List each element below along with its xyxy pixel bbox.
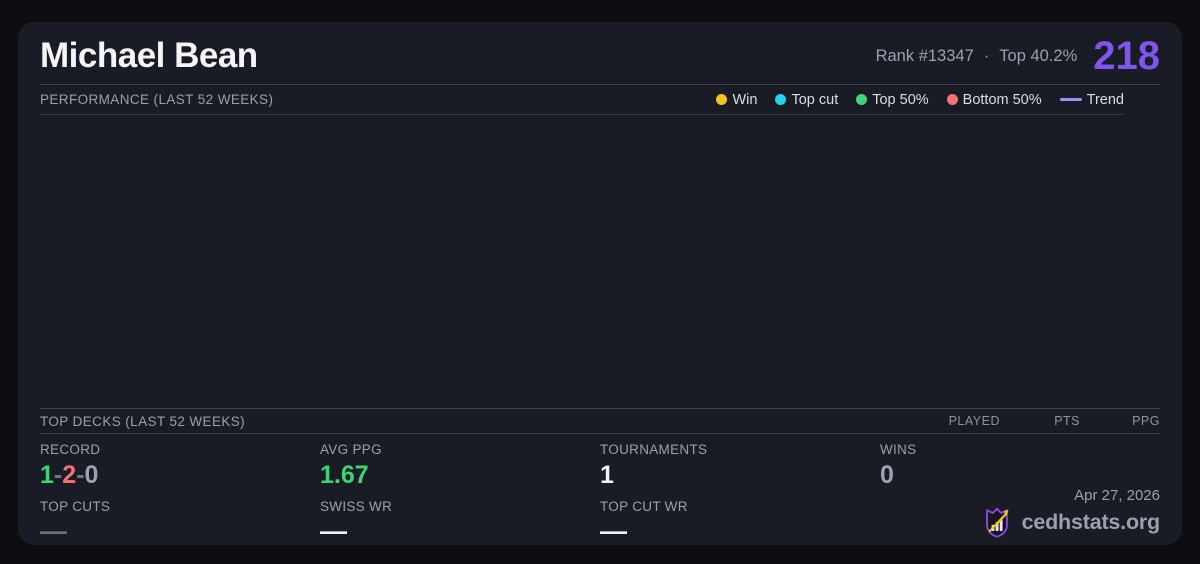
record-losses: 2: [62, 461, 77, 489]
swiss-wr-placeholder: —: [320, 516, 347, 546]
rank-separator: ·: [983, 46, 990, 65]
column-pts: PTS: [1054, 414, 1080, 428]
performance-title: PERFORMANCE (LAST 52 WEEKS): [40, 92, 274, 107]
top-cuts-placeholder: —: [40, 516, 67, 546]
footer: Apr 27, 2026 cedhstats.org: [980, 487, 1160, 539]
chart-legend: Win Top cut Top 50% Bottom 50% Trend: [716, 92, 1124, 108]
top-cut-wr-placeholder: —: [600, 516, 627, 546]
record-wins: 1: [40, 461, 54, 489]
column-ppg: PPG: [1132, 414, 1160, 428]
stats-grid: RECORD 1-2-0 TOP CUTS — AVG PPG 1.67 SWI…: [40, 434, 1160, 545]
tournaments-label: TOURNAMENTS: [600, 442, 708, 457]
record-value: 1-2-0: [40, 463, 320, 488]
performance-chart-plot-area: [40, 115, 1124, 408]
record-label: RECORD: [40, 442, 101, 457]
tournaments-value: 1: [600, 461, 614, 489]
performance-section: PERFORMANCE (LAST 52 WEEKS) Win Top cut …: [40, 85, 1124, 408]
legend-label-win: Win: [732, 91, 758, 108]
top-50-dot-icon: [856, 94, 868, 105]
top-decks-columns: PLAYED PTS PPG: [920, 414, 1160, 428]
stat-avg-ppg: AVG PPG 1.67 SWISS WR —: [320, 442, 600, 545]
legend-label-bottom-50: Bottom 50%: [962, 91, 1042, 108]
swiss-wr-label: SWISS WR: [320, 499, 393, 514]
win-dot-icon: [716, 94, 728, 105]
top-decks-header: TOP DECKS (LAST 52 WEEKS) PLAYED PTS PPG: [40, 408, 1160, 434]
stat-record: RECORD 1-2-0 TOP CUTS —: [40, 442, 320, 545]
column-played: PLAYED: [948, 414, 1000, 428]
legend-item-win[interactable]: Win: [716, 92, 757, 108]
brand-name: cedhstats.org: [1021, 509, 1161, 534]
top-percent-label: Top 40.2%: [999, 46, 1078, 65]
legend-item-top-50[interactable]: Top 50%: [856, 91, 929, 108]
avg-ppg-label: AVG PPG: [320, 442, 382, 457]
legend-item-bottom-50[interactable]: Bottom 50%: [946, 91, 1042, 108]
record-separator: -: [53, 461, 63, 489]
legend-item-trend[interactable]: Trend: [1059, 91, 1124, 108]
top-decks-title: TOP DECKS (LAST 52 WEEKS): [40, 413, 246, 429]
record-draws: 0: [84, 461, 99, 489]
legend-label-top-50: Top 50%: [872, 91, 929, 108]
cedhstats-shield-logo-icon: [985, 507, 1009, 538]
player-stats-card: Michael Bean Rank #13347 · Top 40.2% 218…: [18, 22, 1182, 545]
rank-summary: Rank #13347 · Top 40.2%: [876, 47, 1078, 66]
top-cuts-label: TOP CUTS: [40, 499, 111, 514]
player-points: 218: [1093, 34, 1160, 78]
legend-label-top-cut: Top cut: [791, 91, 839, 108]
top-cut-dot-icon: [775, 94, 787, 105]
legend-item-top-cut[interactable]: Top cut: [775, 92, 838, 108]
card-date: Apr 27, 2026: [1074, 487, 1160, 504]
legend-label-trend: Trend: [1086, 91, 1124, 108]
avg-ppg-value: 1.67: [320, 461, 369, 489]
card-header: Michael Bean Rank #13347 · Top 40.2% 218: [40, 22, 1160, 85]
rank-group: Rank #13347 · Top 40.2% 218: [876, 36, 1160, 76]
stat-tournaments: TOURNAMENTS 1 TOP CUT WR —: [600, 442, 880, 545]
brand-link[interactable]: cedhstats.org: [980, 505, 1160, 539]
wins-value: 0: [880, 461, 894, 489]
bottom-50-dot-icon: [946, 94, 958, 105]
player-name: Michael Bean: [40, 36, 258, 75]
rank-label: Rank #13347: [875, 46, 974, 65]
top-cut-wr-label: TOP CUT WR: [600, 499, 688, 514]
trend-line-icon: [1059, 98, 1082, 101]
wins-label: WINS: [880, 442, 917, 457]
performance-header: PERFORMANCE (LAST 52 WEEKS) Win Top cut …: [40, 85, 1124, 115]
